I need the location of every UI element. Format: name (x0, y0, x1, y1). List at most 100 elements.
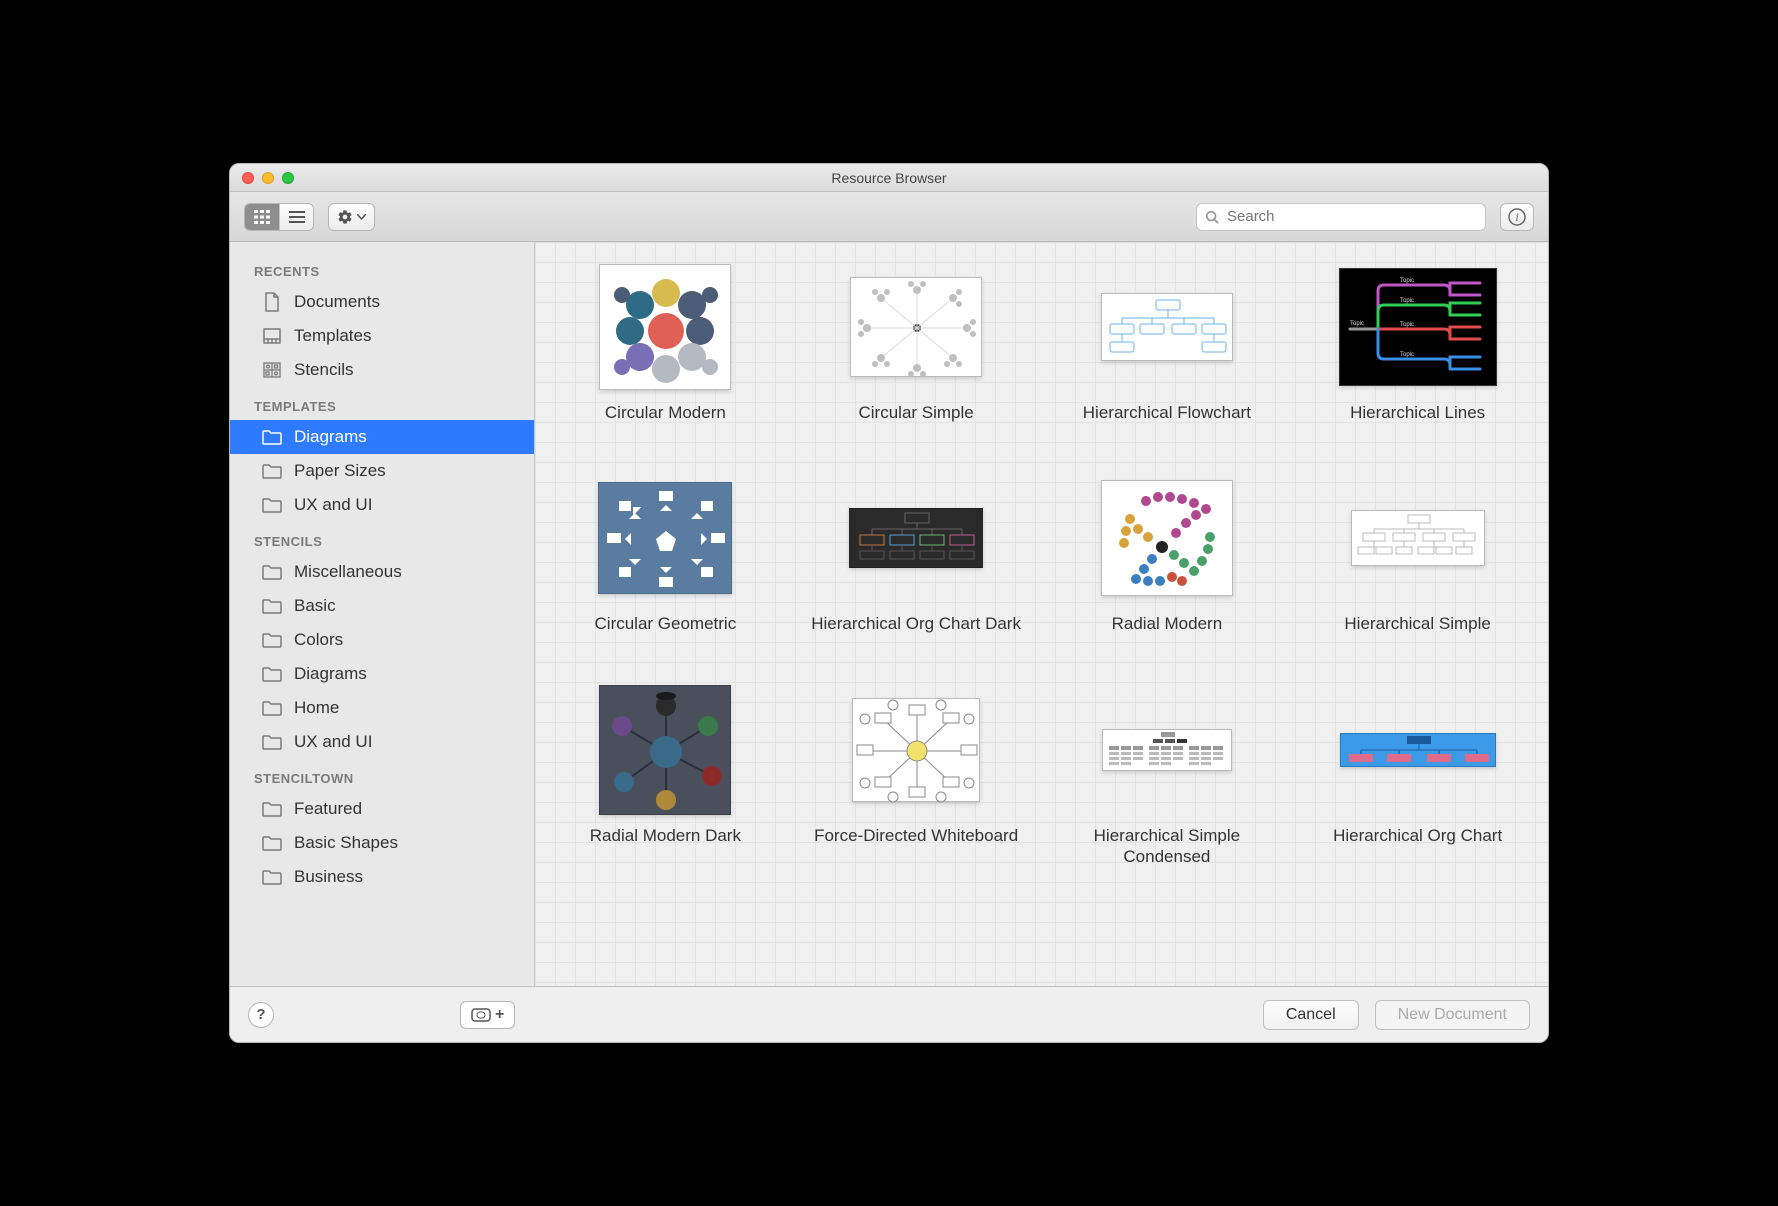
template-thumbnail (545, 473, 786, 603)
window-title: Resource Browser (230, 170, 1548, 186)
sidebar-item-home[interactable]: Home (230, 691, 534, 725)
section-header-recents: RECENTS (230, 252, 534, 285)
sidebar-item-label: Home (294, 698, 339, 718)
grid-view-button[interactable] (245, 204, 279, 230)
sidebar-item-business[interactable]: Business (230, 860, 534, 894)
sidebar-item-featured[interactable]: Featured (230, 792, 534, 826)
template-hierarchical-lines[interactable]: Topic TopicTopicTopicTopic Hierarchical … (1297, 262, 1538, 423)
template-thumbnail (796, 473, 1037, 603)
folder-icon (262, 630, 282, 650)
template-label: Force-Directed Whiteboard (808, 825, 1024, 846)
add-linked-folder-button[interactable]: + (460, 1001, 515, 1029)
grid-icon (254, 210, 270, 224)
sidebar-item-label: Business (294, 867, 363, 887)
template-label: Hierarchical Org Chart Dark (805, 613, 1027, 634)
template-hierarchical-org-chart-dark[interactable]: Hierarchical Org Chart Dark (796, 473, 1037, 634)
templates-icon (262, 326, 282, 346)
template-thumbnail (1047, 685, 1288, 815)
svg-text:Topic: Topic (1400, 322, 1414, 328)
link-icon (471, 1008, 491, 1022)
stencils-icon (262, 360, 282, 380)
sidebar-item-templates-recent[interactable]: Templates (230, 319, 534, 353)
sidebar-item-basic-shapes[interactable]: Basic Shapes (230, 826, 534, 860)
sidebar: RECENTS Documents Templates Stencils TEM (230, 242, 535, 986)
template-thumbnail (1297, 473, 1538, 603)
template-thumbnail: Topic TopicTopicTopicTopic (1297, 262, 1538, 392)
sidebar-item-stencils-recent[interactable]: Stencils (230, 353, 534, 387)
template-thumbnail (796, 685, 1037, 815)
list-view-button[interactable] (279, 204, 313, 230)
window: Resource Browser (229, 163, 1549, 1043)
plus-icon: + (495, 1006, 504, 1024)
folder-icon (262, 799, 282, 819)
search-icon (1205, 210, 1219, 224)
chevron-down-icon (357, 214, 366, 220)
section-header-stencils: STENCILS (230, 522, 534, 555)
template-label: Circular Simple (853, 402, 980, 423)
folder-icon (262, 461, 282, 481)
template-circular-modern[interactable]: Circular Modern (545, 262, 786, 423)
sidebar-item-label: UX and UI (294, 732, 372, 752)
template-thumbnail (1047, 473, 1288, 603)
body: RECENTS Documents Templates Stencils TEM (230, 242, 1548, 986)
info-icon: i (1508, 208, 1526, 226)
close-window-button[interactable] (242, 172, 254, 184)
folder-icon (262, 664, 282, 684)
sidebar-item-ux-ui-stencils[interactable]: UX and UI (230, 725, 534, 759)
template-hierarchical-flowchart[interactable]: Hierarchical Flowchart (1047, 262, 1288, 423)
gear-icon (337, 209, 353, 225)
template-circular-simple[interactable]: Circular Simple (796, 262, 1037, 423)
folder-icon (262, 596, 282, 616)
sidebar-item-diagrams[interactable]: Diagrams (230, 420, 534, 454)
folder-icon (262, 562, 282, 582)
template-hierarchical-org-chart[interactable]: Hierarchical Org Chart (1297, 685, 1538, 868)
help-button[interactable]: ? (248, 1002, 274, 1028)
zoom-window-button[interactable] (282, 172, 294, 184)
document-icon (262, 292, 282, 312)
template-hierarchical-simple[interactable]: Hierarchical Simple (1297, 473, 1538, 634)
sidebar-item-diagrams-stencils[interactable]: Diagrams (230, 657, 534, 691)
template-thumbnail (545, 262, 786, 392)
search-input[interactable] (1225, 207, 1477, 226)
svg-text:Topic: Topic (1400, 298, 1414, 304)
template-circular-geometric[interactable]: Circular Geometric (545, 473, 786, 634)
template-label: Radial Modern Dark (584, 825, 747, 846)
sidebar-item-colors[interactable]: Colors (230, 623, 534, 657)
svg-text:Topic: Topic (1400, 352, 1414, 358)
titlebar: Resource Browser (230, 164, 1548, 192)
toolbar: i (230, 192, 1548, 242)
svg-text:Topic: Topic (1400, 278, 1414, 284)
minimize-window-button[interactable] (262, 172, 274, 184)
cancel-button[interactable]: Cancel (1263, 1000, 1359, 1030)
info-button[interactable]: i (1500, 203, 1534, 231)
new-document-button[interactable]: New Document (1375, 1000, 1530, 1030)
template-thumbnail (545, 685, 786, 815)
button-label: New Document (1398, 1006, 1507, 1024)
search-field[interactable] (1196, 203, 1486, 231)
sidebar-item-ux-ui-templates[interactable]: UX and UI (230, 488, 534, 522)
template-radial-modern[interactable]: Radial Modern (1047, 473, 1288, 634)
sidebar-item-label: Basic (294, 596, 336, 616)
template-hierarchical-simple-condensed[interactable]: Hierarchical Simple Condensed (1047, 685, 1288, 868)
list-icon (289, 211, 305, 223)
sidebar-item-documents[interactable]: Documents (230, 285, 534, 319)
sidebar-item-miscellaneous[interactable]: Miscellaneous (230, 555, 534, 589)
actions-menu-button[interactable] (328, 203, 375, 231)
sidebar-item-paper-sizes[interactable]: Paper Sizes (230, 454, 534, 488)
template-force-directed-whiteboard[interactable]: Force-Directed Whiteboard (796, 685, 1037, 868)
folder-icon (262, 867, 282, 887)
view-mode-segmented (244, 203, 314, 231)
template-label: Hierarchical Org Chart (1327, 825, 1508, 846)
sidebar-item-label: Featured (294, 799, 362, 819)
content-area: Circular Modern (535, 242, 1548, 986)
template-grid: Circular Modern (545, 262, 1538, 867)
svg-text:i: i (1515, 210, 1518, 224)
template-radial-modern-dark[interactable]: Radial Modern Dark (545, 685, 786, 868)
sidebar-item-basic[interactable]: Basic (230, 589, 534, 623)
template-label: Hierarchical Lines (1344, 402, 1491, 423)
template-label: Hierarchical Simple Condensed (1047, 825, 1288, 868)
sidebar-item-label: Paper Sizes (294, 461, 386, 481)
section-header-stenciltown: STENCILTOWN (230, 759, 534, 792)
template-thumbnail (1047, 262, 1288, 392)
folder-icon (262, 427, 282, 447)
